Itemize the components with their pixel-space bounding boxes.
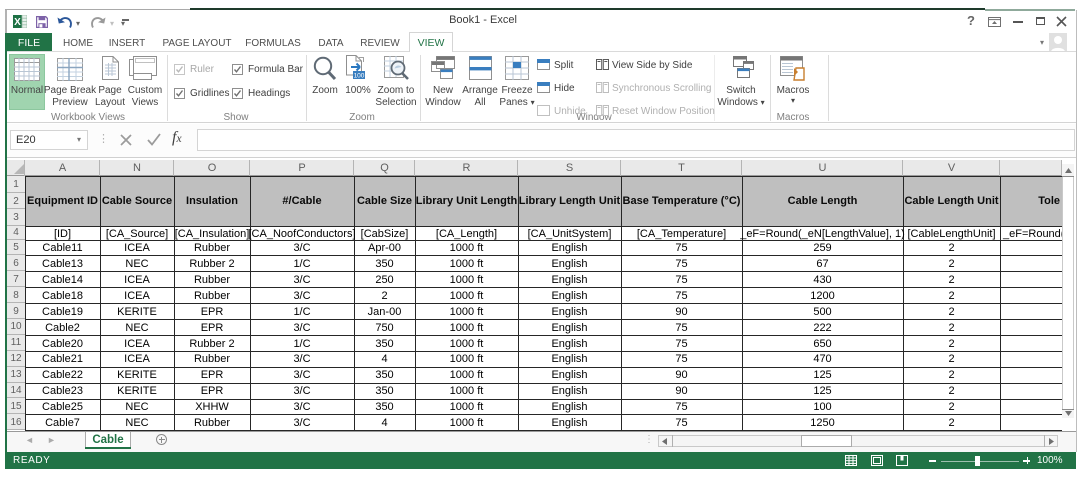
svg-text:X: X xyxy=(14,17,21,28)
svg-text:100: 100 xyxy=(354,73,365,80)
